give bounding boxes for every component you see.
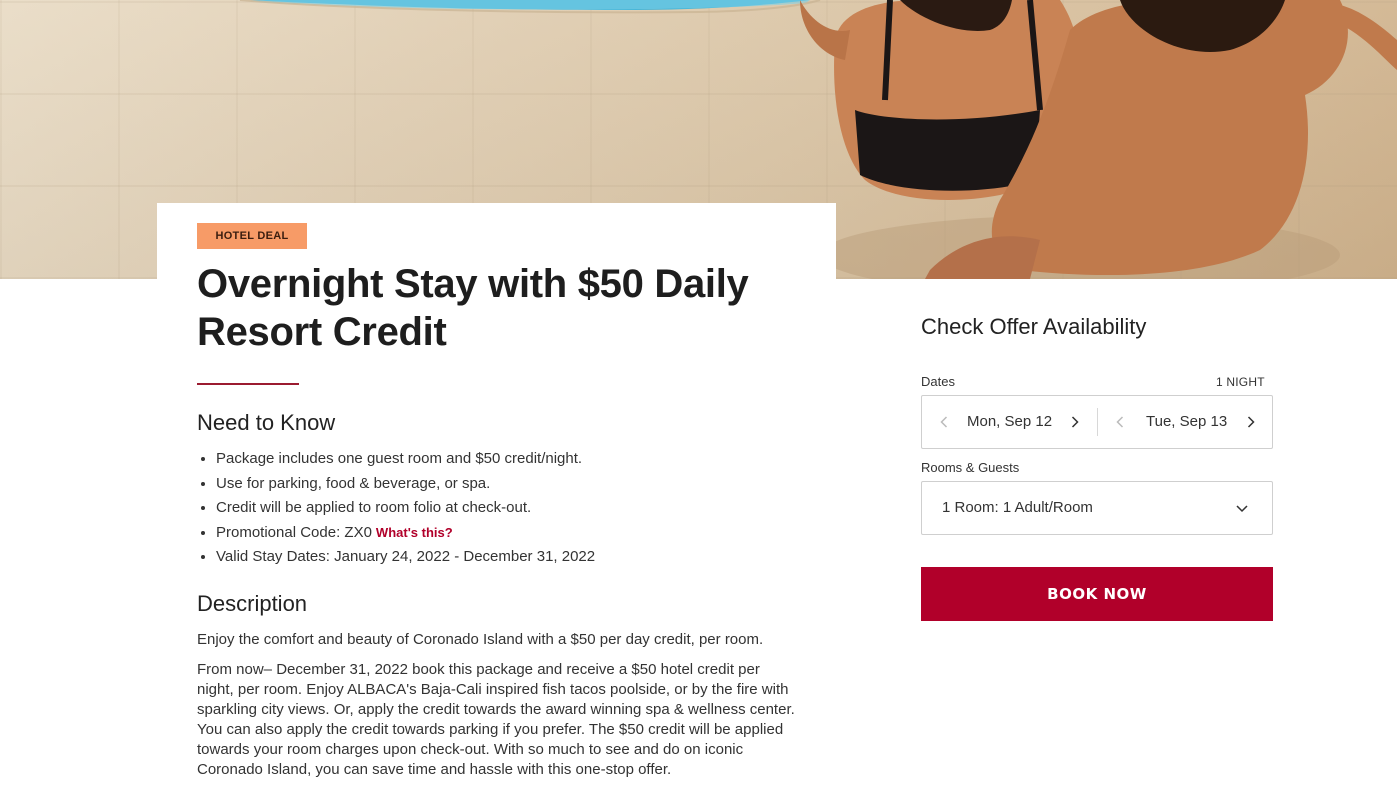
promo-code-text: Promotional Code: ZX0	[216, 523, 372, 541]
chevron-right-icon	[1247, 416, 1255, 428]
hotel-deal-badge: HOTEL DEAL	[197, 223, 307, 249]
checkout-date[interactable]: Tue, Sep 13	[1146, 413, 1227, 430]
list-item: Use for parking, food & beverage, or spa…	[216, 472, 816, 497]
checkin-next-button[interactable]	[1065, 410, 1085, 434]
page-title: Overnight Stay with $50 Daily Resort Cre…	[197, 262, 749, 354]
checkin-prev-button[interactable]	[934, 410, 954, 434]
date-picker: Mon, Sep 12 Tue, Sep 13	[921, 395, 1273, 449]
list-item: Package includes one guest room and $50 …	[216, 447, 816, 472]
description-paragraph: Enjoy the comfort and beauty of Coronado…	[197, 631, 764, 648]
chevron-right-icon	[1071, 416, 1079, 428]
chevron-down-icon	[1236, 505, 1248, 513]
rooms-guests-label: Rooms & Guests	[921, 460, 1020, 475]
need-to-know-heading: Need to Know	[197, 410, 336, 435]
checkout-prev-button[interactable]	[1110, 410, 1130, 434]
description-heading: Description	[197, 591, 308, 616]
chevron-left-icon	[940, 416, 948, 428]
checkout-next-button[interactable]	[1241, 410, 1261, 434]
chevron-left-icon	[1116, 416, 1124, 428]
rooms-guests-value: 1 Room: 1 Adult/Room	[942, 499, 1093, 516]
nights-count: 1 NIGHT	[1216, 375, 1265, 389]
need-to-know-list: Package includes one guest room and $50 …	[197, 447, 816, 570]
list-item: Valid Stay Dates: January 24, 2022 - Dec…	[216, 545, 816, 570]
rooms-guests-select[interactable]: 1 Room: 1 Adult/Room	[921, 481, 1273, 535]
title-divider	[197, 383, 299, 385]
whats-this-link[interactable]: What's this?	[376, 525, 453, 540]
check-availability-heading: Check Offer Availability	[921, 314, 1147, 339]
date-separator	[1097, 408, 1098, 436]
description-paragraph: From now– December 31, 2022 book this pa…	[197, 661, 795, 778]
list-item: Credit will be applied to room folio at …	[216, 496, 816, 521]
book-now-button[interactable]: BOOK NOW	[921, 567, 1273, 621]
checkin-date[interactable]: Mon, Sep 12	[967, 413, 1052, 430]
list-item: Promotional Code: ZX0 What's this?	[216, 521, 816, 546]
dates-label: Dates	[921, 374, 955, 389]
